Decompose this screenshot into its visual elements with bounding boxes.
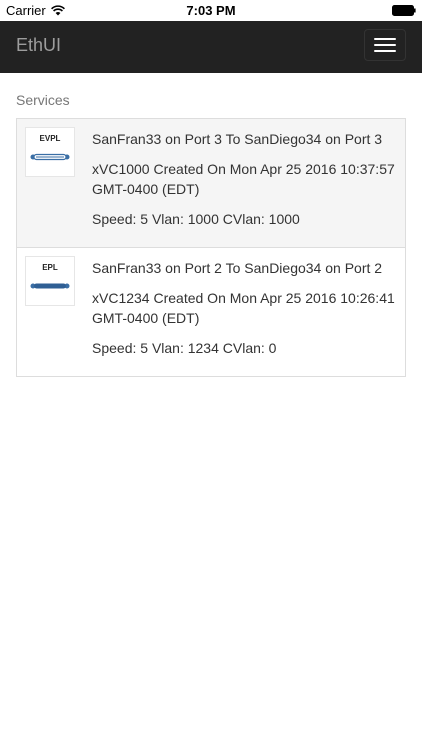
service-details: Speed: 5 Vlan: 1234 CVlan: 0 [92,340,277,356]
epl-connection-icon [30,283,70,289]
service-title: SanFran33 on Port 2 To SanDiego34 on Por… [92,260,383,276]
service-type-label: EVPL [39,134,61,143]
service-type-label: EPL [42,263,58,272]
evpl-connection-icon [30,153,70,161]
status-bar: Carrier 7:03 PM [0,0,422,21]
service-item-epl[interactable]: EPL SanFran33 on Port 2 To SanDiego34 on… [16,247,406,377]
menu-toggle-button[interactable] [364,29,406,61]
app-brand[interactable]: EthUI [16,35,61,56]
hamburger-menu-icon [374,50,396,52]
hamburger-menu-icon [374,38,396,40]
service-title: SanFran33 on Port 3 To SanDiego34 on Por… [92,131,383,147]
service-thumbnail: EPL [25,256,75,306]
battery-icon [392,5,416,16]
service-thumbnail: EVPL [25,127,75,177]
hamburger-menu-icon [374,44,396,46]
services-list: EVPL SanFran33 on Port 3 To SanDiego34 o… [16,118,406,377]
service-item-evpl[interactable]: EVPL SanFran33 on Port 3 To SanDiego34 o… [16,118,406,248]
service-body: SanFran33 on Port 3 To SanDiego34 on Por… [92,129,397,229]
section-title: Services [16,92,70,108]
service-created: xVC1234 Created On Mon Apr 25 2016 10:26… [92,290,395,326]
service-created: xVC1000 Created On Mon Apr 25 2016 10:37… [92,161,395,197]
clock: 7:03 PM [186,3,236,18]
service-details: Speed: 5 Vlan: 1000 CVlan: 1000 [92,211,300,227]
service-body: SanFran33 on Port 2 To SanDiego34 on Por… [92,258,397,358]
navbar: EthUI [0,21,422,73]
